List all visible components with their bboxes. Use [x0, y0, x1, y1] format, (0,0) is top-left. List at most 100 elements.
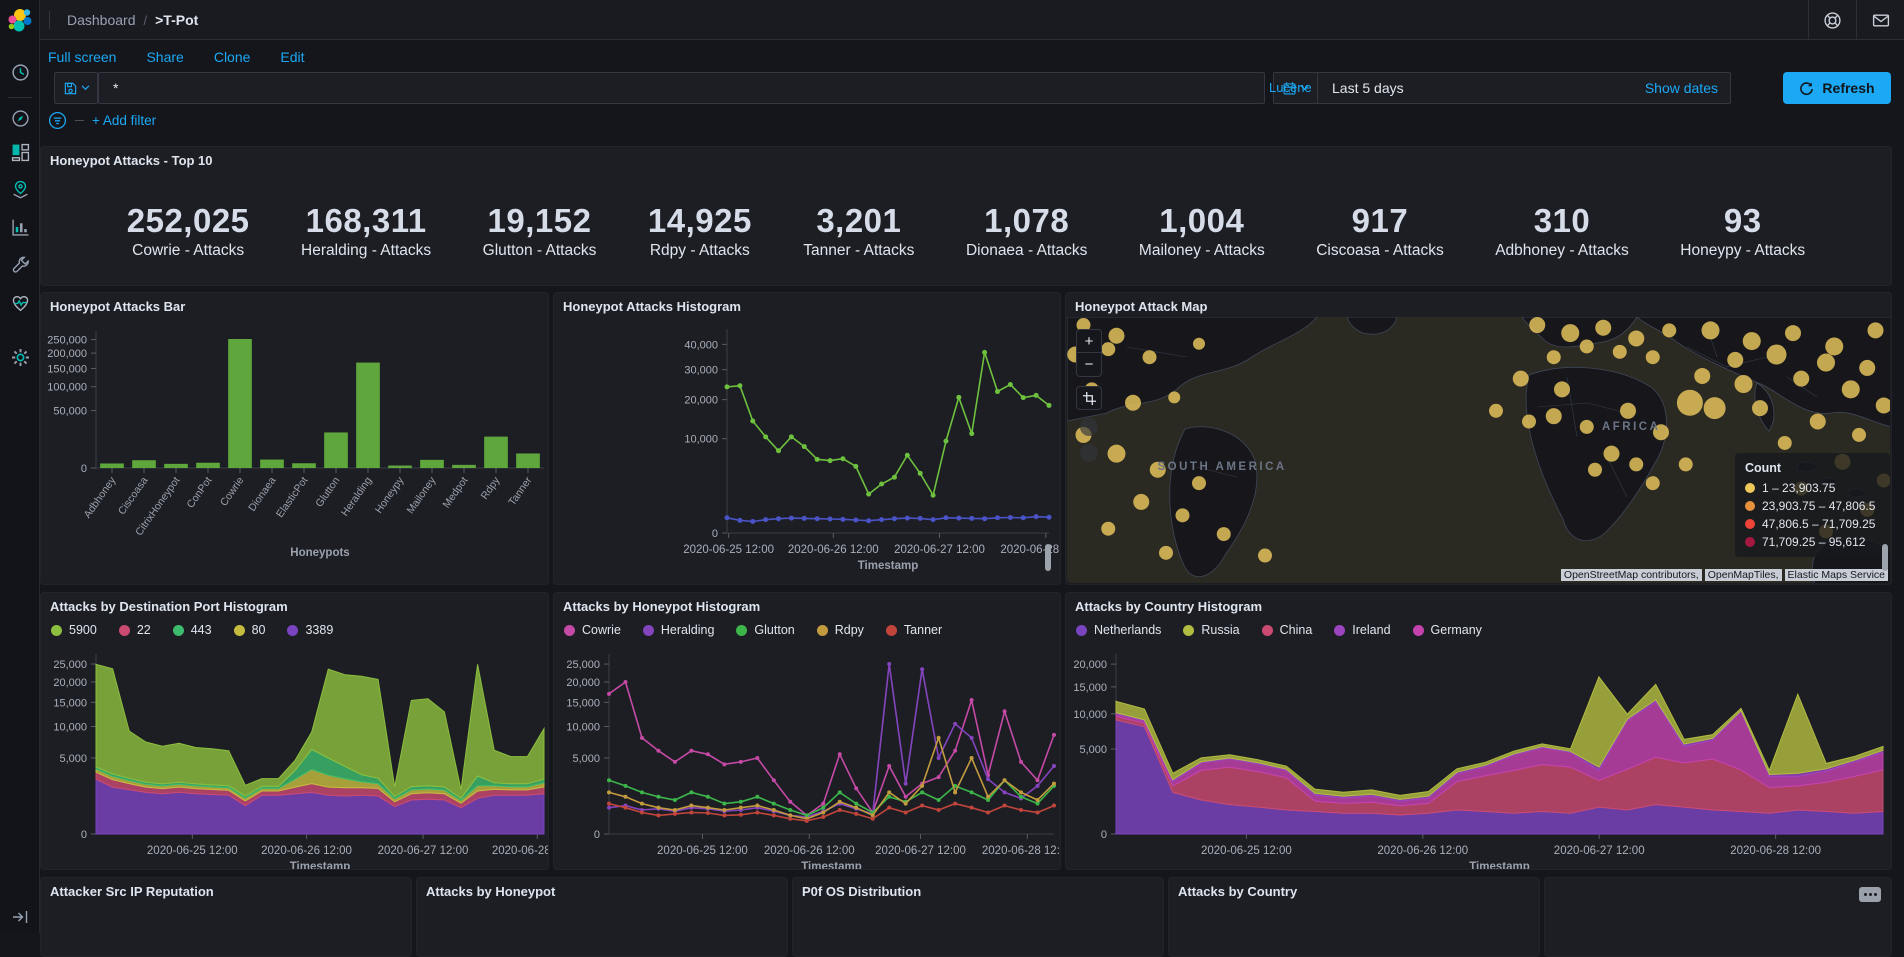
elastic-logo[interactable]: [7, 7, 33, 33]
map-legend-item: 1 – 23,903.75: [1745, 481, 1880, 495]
chart-legend: Netherlands Russia China Ireland Germany: [1076, 623, 1482, 637]
svg-text:2020-06-27 12:00: 2020-06-27 12:00: [378, 845, 469, 857]
panel-title[interactable]: Honeypot Attacks Bar: [50, 299, 185, 314]
svg-text:20,000: 20,000: [684, 395, 718, 407]
svg-text:0: 0: [594, 829, 600, 841]
breadcrumb-dashboard[interactable]: Dashboard: [67, 12, 136, 28]
panel-title[interactable]: Attacks by Destination Port Histogram: [50, 599, 288, 614]
legend-item[interactable]: 22: [119, 623, 151, 637]
panel-title[interactable]: Attacker Src IP Reputation: [50, 884, 214, 899]
legend-item[interactable]: 3389: [287, 623, 333, 637]
refresh-button[interactable]: Refresh: [1783, 72, 1891, 104]
breadcrumb-separator: /: [144, 13, 148, 28]
zoom-out-button[interactable]: −: [1076, 353, 1102, 377]
chevron-down-icon: [81, 85, 90, 91]
metric-label: Cowrie - Attacks: [127, 242, 250, 260]
sidebar-item-dev-tools[interactable]: [8, 252, 32, 276]
panel-title[interactable]: Attacks by Country: [1178, 884, 1297, 899]
recently-viewed-icon[interactable]: [8, 60, 32, 84]
map-tool-button[interactable]: [1080, 418, 1098, 436]
sidebar-item-visualize[interactable]: [8, 215, 32, 239]
legend-item[interactable]: 5900: [51, 623, 97, 637]
svg-text:2020-06-28 12:00: 2020-06-28 12:00: [1000, 544, 1060, 556]
svg-text:5,000: 5,000: [59, 753, 87, 765]
full-screen-link[interactable]: Full screen: [48, 49, 116, 65]
legend-item[interactable]: Cowrie: [564, 623, 621, 637]
share-link[interactable]: Share: [146, 49, 183, 65]
svg-text:2020-06-27 12:00: 2020-06-27 12:00: [894, 544, 985, 556]
panel-title[interactable]: Honeypot Attacks Histogram: [563, 299, 741, 314]
panel-title[interactable]: Attacks by Honeypot: [426, 884, 555, 899]
svg-text:5,000: 5,000: [1079, 744, 1107, 756]
dashboard-toolbar: Full screen Share Clone Edit: [48, 46, 305, 68]
date-picker: Last 5 days Show dates: [1273, 72, 1731, 104]
metric-label: Glutton - Attacks: [483, 242, 597, 260]
legend-item[interactable]: Heralding: [643, 623, 715, 637]
panel-title[interactable]: Attacks by Country Histogram: [1075, 599, 1262, 614]
svg-text:50,000: 50,000: [53, 406, 87, 418]
fit-bounds-button[interactable]: [1076, 386, 1102, 410]
panel-attacks-by-destination-port: Attacks by Destination Port Histogram 59…: [40, 592, 549, 870]
panel-options-button[interactable]: [1859, 887, 1881, 902]
zoom-in-button[interactable]: +: [1076, 329, 1102, 353]
legend-item[interactable]: Ireland: [1334, 623, 1390, 637]
save-icon: [63, 81, 78, 96]
map-controls: + −: [1076, 329, 1102, 462]
chart-legend: 5900 22 443 80 3389: [51, 623, 333, 637]
newsfeed-button[interactable]: [1856, 0, 1904, 40]
panel-title[interactable]: Honeypot Attack Map: [1075, 299, 1207, 314]
map-attribution: OpenStreetMap contributors,OpenMapTiles,…: [1561, 569, 1888, 581]
map-tool-button[interactable]: [1080, 444, 1098, 462]
query-language-switcher[interactable]: Lucene: [1269, 80, 1312, 95]
legend-item[interactable]: 80: [234, 623, 266, 637]
metric-value: 3,201: [803, 202, 914, 240]
time-range-value[interactable]: Last 5 days: [1332, 80, 1645, 96]
filter-bar: + Add filter: [48, 110, 156, 130]
saved-query-menu-button[interactable]: [54, 72, 98, 104]
sidebar-item-discover[interactable]: [8, 106, 32, 130]
svg-text:2020-06-26 12:00: 2020-06-26 12:00: [764, 845, 855, 857]
svg-text:0: 0: [81, 463, 87, 475]
svg-text:Honeypy: Honeypy: [373, 474, 407, 515]
legend-item[interactable]: Russia: [1183, 623, 1239, 637]
map-canvas[interactable]: SOUTH AMERICA AFRICA + − Count 1 – 23,90…: [1067, 317, 1890, 583]
legend-item[interactable]: Germany: [1413, 623, 1482, 637]
sidebar-item-uptime[interactable]: [8, 291, 32, 315]
query-input[interactable]: [98, 72, 1265, 104]
add-filter-button[interactable]: + Add filter: [92, 113, 156, 128]
panel-title[interactable]: Attacks by Honeypot Histogram: [563, 599, 760, 614]
show-dates-link[interactable]: Show dates: [1645, 80, 1718, 96]
edit-link[interactable]: Edit: [280, 49, 304, 65]
filter-icon[interactable]: [48, 111, 67, 130]
legend-item[interactable]: Rdpy: [817, 623, 864, 637]
panel-honeypot-attacks-top10: Honeypot Attacks - Top 10 252,025Cowrie …: [40, 146, 1892, 286]
expand-nav-icon[interactable]: [8, 905, 32, 929]
legend-item[interactable]: 443: [173, 623, 212, 637]
metric-value: 917: [1316, 202, 1444, 240]
metric-heralding: 168,311Heralding - Attacks: [301, 202, 431, 260]
sidebar-item-management[interactable]: [8, 345, 32, 369]
svg-text:Dionaea: Dionaea: [246, 475, 278, 514]
chart-legend: Cowrie Heralding Glutton Rdpy Tanner: [564, 623, 942, 637]
scrollbar-thumb[interactable]: [1045, 544, 1051, 571]
panel-title[interactable]: Honeypot Attacks - Top 10: [50, 153, 213, 168]
help-button[interactable]: [1808, 0, 1856, 40]
svg-text:5,000: 5,000: [572, 753, 600, 765]
svg-text:0: 0: [81, 829, 87, 841]
refresh-icon: [1799, 81, 1814, 96]
svg-text:20,000: 20,000: [1073, 659, 1107, 671]
sidebar-item-dashboard[interactable]: [8, 140, 32, 164]
svg-text:ConPot: ConPot: [185, 475, 215, 511]
legend-item[interactable]: Glutton: [736, 623, 794, 637]
legend-item[interactable]: China: [1262, 623, 1313, 637]
clone-link[interactable]: Clone: [214, 49, 251, 65]
panel-title[interactable]: P0f OS Distribution: [802, 884, 921, 899]
legend-item[interactable]: Netherlands: [1076, 623, 1161, 637]
honeypot-attacks-bar-chart: 050,000100,000150,000200,000250,000Adbho…: [41, 293, 548, 589]
legend-item[interactable]: Tanner: [886, 623, 942, 637]
scrollbar-thumb[interactable]: [1882, 544, 1888, 571]
metric-value: 1,078: [966, 202, 1087, 240]
metric-label: Mailoney - Attacks: [1139, 242, 1265, 260]
sidebar-item-maps[interactable]: [8, 177, 32, 201]
panel-p0f-os-distribution: P0f OS Distribution: [792, 877, 1164, 957]
